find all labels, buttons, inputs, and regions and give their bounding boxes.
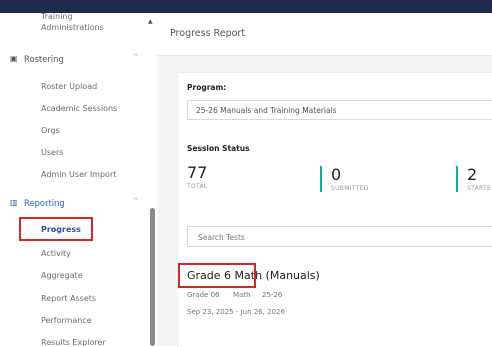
test-dates: Sep 23, 2025 - Jun 26, 2026	[187, 308, 285, 316]
sidebar-scrollbar[interactable]	[150, 208, 155, 346]
highlight-box-progress	[19, 217, 93, 241]
stat-total-value: 77	[187, 163, 208, 182]
test-year: 25-26	[262, 291, 283, 299]
program-label: Program:	[187, 83, 227, 92]
search-tests-input[interactable]: Search Tests	[187, 226, 492, 247]
highlight-box-test-title	[178, 263, 256, 288]
stat-total-caption: TOTAL	[187, 183, 208, 190]
sidebar-item-orgs[interactable]: Orgs	[41, 126, 60, 135]
chevron-up-icon[interactable]: ^	[133, 53, 139, 61]
rostering-icon: ▣	[10, 54, 18, 63]
sidebar-item-users[interactable]: Users	[41, 148, 63, 157]
sidebar-item-training-line2[interactable]: Administrations	[41, 23, 104, 32]
main-content: Progress Report Program: 25-26 Manuals a…	[157, 13, 492, 347]
stat-submitted: 0 SUBMITTED	[331, 165, 369, 193]
scroll-up-arrow-icon[interactable]: ▲	[148, 18, 153, 25]
sidebar-item-training-line1[interactable]: Training	[41, 13, 73, 21]
rostering-label: Rostering	[24, 54, 64, 64]
sidebar-item-performance[interactable]: Performance	[41, 316, 92, 325]
stat-started-bar	[456, 166, 458, 192]
stat-started: 2 STARTE	[467, 165, 492, 193]
session-status-label: Session Status	[187, 144, 250, 153]
stat-started-value: 2	[467, 165, 478, 184]
bar-chart-icon: ▥	[10, 198, 18, 207]
sidebar-item-roster-upload[interactable]: Roster Upload	[41, 82, 97, 91]
chevron-up-icon[interactable]: ^	[133, 197, 139, 205]
sidebar-item-results-explorer[interactable]: Results Explorer	[41, 338, 106, 346]
stat-submitted-bar	[320, 166, 322, 192]
page-title: Progress Report	[170, 28, 246, 39]
stat-submitted-value: 0	[331, 165, 342, 184]
reporting-label: Reporting	[24, 198, 65, 208]
stat-submitted-caption: SUBMITTED	[331, 185, 369, 192]
program-selected-value: 25-26 Manuals and Training Materials	[196, 106, 337, 115]
sidebar-section-rostering[interactable]: ▣ Rostering ^	[10, 53, 139, 64]
sidebar-item-academic-sessions[interactable]: Academic Sessions	[41, 104, 117, 113]
sidebar: ▲ Training Administrations ▣ Rostering ^…	[0, 13, 158, 346]
test-subject: Math	[233, 291, 251, 299]
sidebar-item-admin-user-import[interactable]: Admin User Import	[41, 170, 116, 179]
stat-total: 77 TOTAL	[187, 163, 208, 191]
test-grade: Grade 06	[187, 291, 220, 299]
top-bar	[0, 0, 492, 13]
page-header: Progress Report	[157, 13, 492, 56]
sidebar-item-report-assets[interactable]: Report Assets	[41, 294, 96, 303]
report-card: Program: 25-26 Manuals and Training Mate…	[177, 72, 492, 347]
stat-started-caption: STARTE	[467, 185, 492, 192]
sidebar-section-reporting[interactable]: ▥ Reporting ^	[10, 197, 139, 208]
sidebar-item-aggregate[interactable]: Aggregate	[41, 271, 83, 280]
program-select[interactable]: 25-26 Manuals and Training Materials	[187, 100, 492, 120]
sidebar-item-activity[interactable]: Activity	[41, 249, 71, 258]
search-tests-placeholder: Search Tests	[198, 233, 245, 242]
